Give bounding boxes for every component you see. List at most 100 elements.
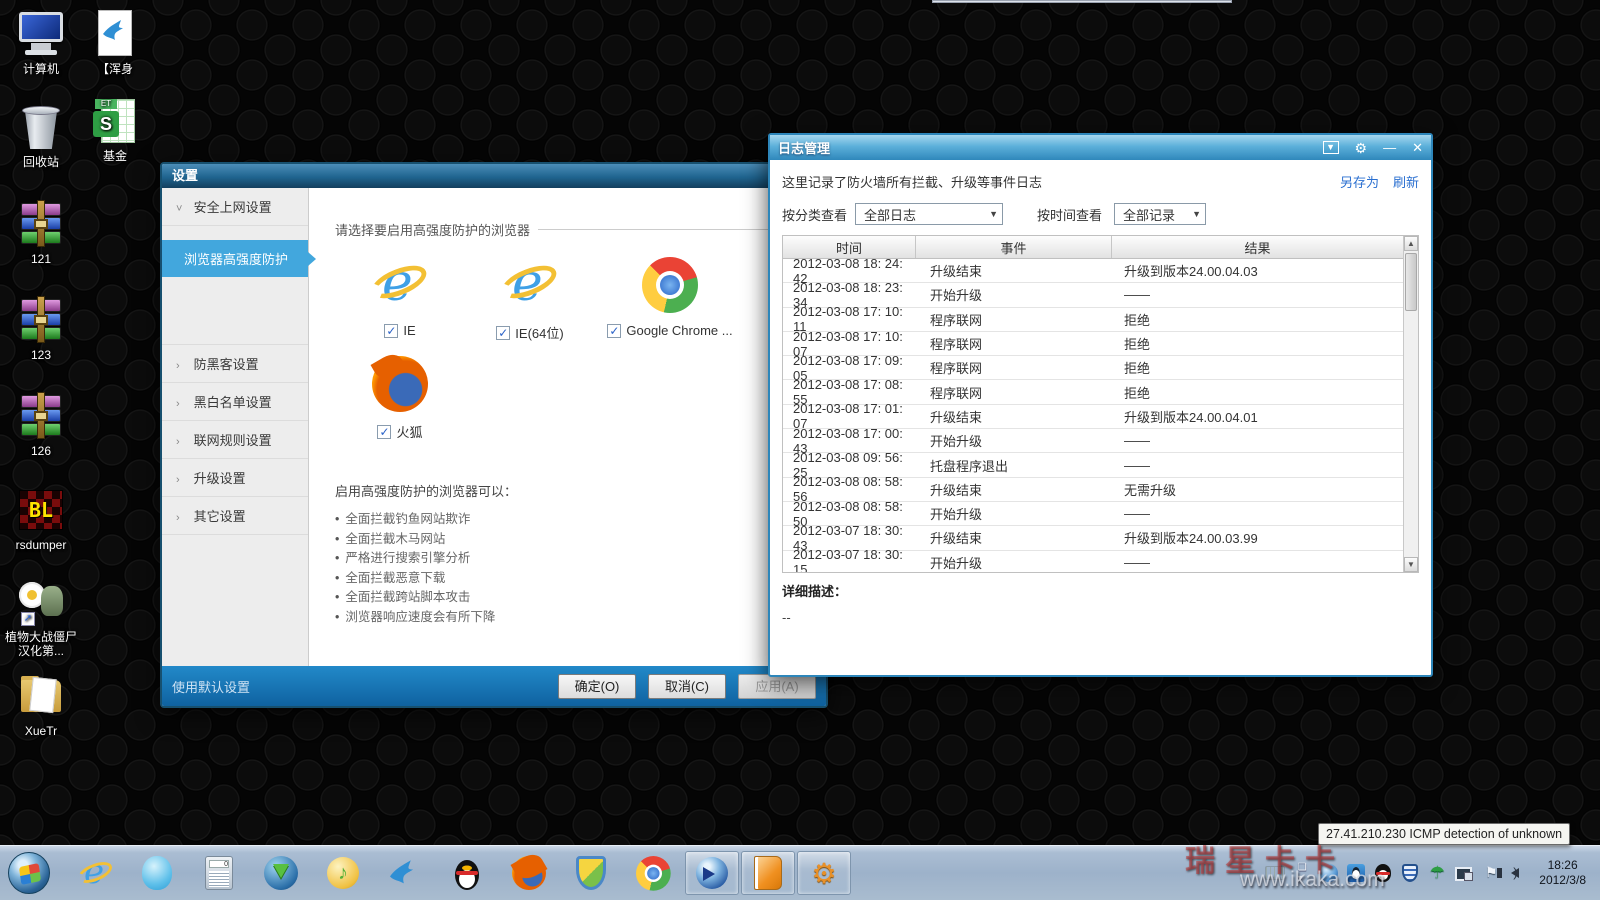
desktop-icon-xuetr[interactable]: XueTr: [8, 672, 74, 738]
sidebar-item-browser-protection[interactable]: 浏览器高强度防护: [162, 240, 308, 277]
taskbar-shield-icon[interactable]: [571, 853, 611, 893]
save-as-link[interactable]: 另存为: [1340, 172, 1379, 191]
taskbar-window-firewall[interactable]: [685, 851, 739, 895]
table-row[interactable]: 2012-03-07 18: 30: 15 开始升级 ——: [783, 551, 1403, 572]
chevron-right-icon: ›: [176, 398, 190, 410]
browser-option-ie64: e ✓ IE(64位): [465, 257, 595, 342]
firefox-checkbox[interactable]: ✓: [377, 425, 391, 439]
gear-icon[interactable]: ⚙: [1355, 141, 1368, 155]
minimize-button[interactable]: —: [1383, 141, 1396, 155]
scroll-up-arrow[interactable]: ▲: [1404, 236, 1418, 251]
sidebar-group-safe-web[interactable]: ˅ 安全上网设置: [162, 188, 308, 226]
desktop-icon-rsdumper[interactable]: ΒL rsdumper: [8, 486, 74, 552]
column-header-result: 结果: [1112, 236, 1403, 258]
taskbar-downloader-icon[interactable]: [261, 853, 301, 893]
desktop-icon-121[interactable]: 121: [8, 200, 74, 266]
log-titlebar[interactable]: 日志管理 ▼ ⚙ — ✕: [770, 135, 1431, 160]
taskbar-calculator-icon[interactable]: 0: [199, 853, 239, 893]
tray-penguin-box-icon[interactable]: [1346, 863, 1366, 883]
taskbar-chrome-icon[interactable]: [633, 853, 673, 893]
sidebar-item-antihacker[interactable]: › 防黑客设置: [162, 345, 308, 383]
ie-icon: e: [372, 257, 428, 313]
scroll-down-arrow[interactable]: ▼: [1404, 557, 1418, 572]
ie-checkbox[interactable]: ✓: [384, 324, 398, 338]
recycle-bin-icon: [17, 103, 65, 151]
benefits-title: 启用高强度防护的浏览器可以：: [335, 481, 812, 500]
taskbar-window-book[interactable]: [741, 851, 795, 895]
bird-glyph: [387, 858, 423, 888]
settings-titlebar[interactable]: 设置: [162, 164, 826, 188]
chrome-checkbox[interactable]: ✓: [607, 324, 621, 338]
desktop-icon-123[interactable]: 123: [8, 296, 74, 362]
settings-content: 请选择要启用高强度防护的浏览器 e ✓ IE e ✓ IE(64位): [309, 188, 826, 666]
sidebar-item-upgrade[interactable]: › 升级设置: [162, 459, 308, 497]
clock-time: 18:26: [1539, 858, 1586, 873]
taskbar-window-settings[interactable]: ⚙: [797, 851, 851, 895]
input-keyboard-icon[interactable]: [1265, 863, 1285, 883]
sidebar-item-other[interactable]: › 其它设置: [162, 497, 308, 535]
vertical-scrollbar[interactable]: ▲ ▼: [1403, 236, 1418, 572]
desktop-icon-recycle-bin[interactable]: 回收站: [8, 103, 74, 169]
time-filter-select[interactable]: 全部记录 ▼: [1114, 203, 1206, 225]
log-table: 时间 事件 结果 2012-03-08 18: 24: 42 升级结束 升级到版…: [782, 235, 1419, 573]
tray-qq-icon[interactable]: [1373, 863, 1393, 883]
close-button[interactable]: ✕: [1412, 141, 1423, 155]
desktop-icon-computer[interactable]: 计算机: [8, 10, 74, 76]
chevron-down-icon: ˅: [176, 203, 190, 215]
chevron-down-icon: ▼: [1180, 209, 1201, 219]
taskbar-ie-icon[interactable]: e: [75, 853, 115, 893]
firefox-icon: [372, 356, 428, 412]
desktop-icon-label: 计算机: [8, 62, 74, 76]
chevron-right-icon: ›: [176, 512, 190, 524]
sidebar-item-blackwhite-list[interactable]: › 黑白名单设置: [162, 383, 308, 421]
detail-label: 详细描述：: [782, 581, 1419, 600]
desktop-icon-pvz[interactable]: ➚ 植物大战僵尸 汉化第...: [5, 578, 77, 658]
category-filter-select[interactable]: 全部日志 ▼: [855, 203, 1003, 225]
detail-value: --: [782, 610, 1419, 625]
ok-button[interactable]: 确定(O): [558, 674, 636, 699]
sidebar-item-network-rules[interactable]: › 联网规则设置: [162, 421, 308, 459]
taskbar-bird-app-icon[interactable]: [385, 853, 425, 893]
apply-button[interactable]: 应用(A): [738, 674, 816, 699]
desktop-icon-document[interactable]: 【浑身: [82, 10, 148, 76]
browser-option-firefox: ✓ 火狐: [335, 356, 465, 441]
clock-date: 2012/3/8: [1539, 873, 1586, 888]
winrar-archive-icon: [17, 296, 65, 344]
show-hidden-icons-button[interactable]: ❏▾: [1292, 863, 1312, 883]
desktop-icon-fund[interactable]: ETS 基金: [82, 97, 148, 163]
refresh-link[interactable]: 刷新: [1393, 172, 1419, 191]
desktop-icon-126[interactable]: 126: [8, 392, 74, 458]
scrollbar-thumb[interactable]: [1405, 253, 1417, 311]
document-bird-icon: [91, 10, 139, 58]
chrome-icon: [642, 257, 698, 313]
benefit-item: 全面拦截跨站脚本攻击: [335, 588, 812, 608]
folder-icon: [17, 672, 65, 720]
browser-select-heading: 请选择要启用高强度防护的浏览器: [335, 220, 530, 239]
cancel-button[interactable]: 取消(C): [648, 674, 726, 699]
log-window-title: 日志管理: [778, 138, 830, 157]
feedback-icon[interactable]: ▼: [1323, 141, 1339, 154]
tray-sphere-icon[interactable]: [1319, 863, 1339, 883]
taskbar-qq-icon[interactable]: [447, 853, 487, 893]
chevron-right-icon: ›: [176, 436, 190, 448]
tray-umbrella-icon[interactable]: ☂: [1427, 863, 1447, 883]
use-default-settings-link[interactable]: 使用默认设置: [172, 677, 250, 696]
chevron-down-icon: ▼: [977, 209, 998, 219]
rsdumper-icon: ΒL: [17, 486, 65, 534]
tray-shield-icon[interactable]: [1400, 863, 1420, 883]
hidden-window-edge[interactable]: [932, 0, 1232, 3]
tray-volume-icon[interactable]: [1508, 863, 1528, 883]
tray-tooltip: 27.41.210.230 ICMP detection of unknown: [1318, 823, 1570, 845]
taskbar-clock[interactable]: 18:26 2012/3/8: [1535, 858, 1594, 888]
tray-network-icon[interactable]: [1454, 863, 1474, 883]
taskbar-firefox-icon[interactable]: [509, 853, 549, 893]
benefit-item: 全面拦截钓鱼网站欺诈: [335, 510, 812, 530]
winrar-archive-icon: [17, 200, 65, 248]
settings-footer: 使用默认设置 确定(O) 取消(C) 应用(A): [162, 666, 826, 706]
benefit-item: 严格进行搜索引擎分析: [335, 549, 812, 569]
ie64-checkbox[interactable]: ✓: [496, 326, 510, 340]
chevron-right-icon: ›: [176, 474, 190, 486]
taskbar-qq-doctor-icon[interactable]: [137, 853, 177, 893]
taskbar-music-icon[interactable]: ♪: [323, 853, 363, 893]
start-button[interactable]: [8, 852, 50, 894]
